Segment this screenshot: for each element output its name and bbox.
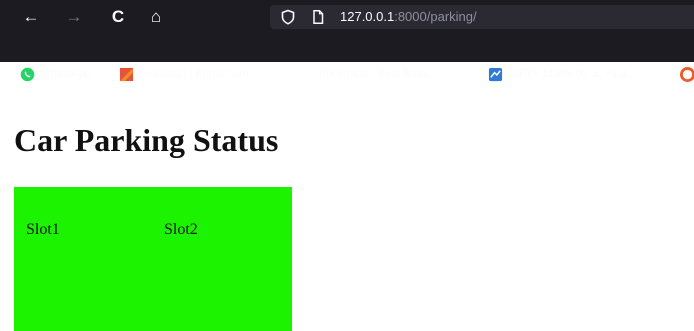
bookmark-nifty[interactable]: NIFTY 11395.00 ▲ +1.3... bbox=[488, 60, 636, 88]
nav-row: ← → C ⌂ 127.0.0.1:8000/parking/ bbox=[0, 0, 694, 30]
bookmark-label: WhatsApp bbox=[40, 68, 91, 80]
page-title: Car Parking Status bbox=[14, 122, 279, 158]
back-arrow-icon[interactable]: ← bbox=[20, 5, 42, 27]
bookmark-prograd[interactable]: ProGrad | | Prime num... bbox=[119, 60, 258, 88]
reload-icon[interactable]: C bbox=[107, 5, 129, 27]
whatsapp-icon bbox=[20, 67, 35, 81]
bookmark-label: NIFTY 11395.00 ▲ +1.3... bbox=[508, 68, 636, 80]
url-path: :8000/parking/ bbox=[394, 9, 477, 24]
bookmark-overflow-icon bbox=[680, 66, 694, 82]
browser-toolbar: ← → C ⌂ 127.0.0.1:8000/parking/ bbox=[0, 0, 694, 62]
tracking-protection-shield-icon[interactable] bbox=[280, 9, 296, 25]
url-host: 127.0.0.1 bbox=[340, 9, 395, 24]
bookmark-whatsapp[interactable]: WhatsApp bbox=[20, 60, 91, 88]
slot-1-label: Slot1 bbox=[26, 221, 60, 238]
bookmark-label: Tickertape - Best finan... bbox=[317, 68, 436, 80]
bookmark-tickertape[interactable]: Tickertape - Best finan... bbox=[297, 60, 436, 88]
nifty-icon bbox=[488, 67, 503, 81]
address-bar[interactable]: 127.0.0.1:8000/parking/ bbox=[270, 5, 694, 29]
parking-lot: Slot1 Slot2 bbox=[14, 187, 292, 331]
forward-arrow-icon[interactable]: → bbox=[63, 5, 85, 27]
home-icon[interactable]: ⌂ bbox=[145, 5, 167, 27]
tickertape-icon bbox=[297, 71, 312, 77]
prograd-icon bbox=[119, 67, 134, 81]
url-text[interactable]: 127.0.0.1:8000/parking/ bbox=[340, 9, 477, 25]
bookmark-label: ProGrad | | Prime num... bbox=[139, 68, 258, 80]
bookmark-overflow-partial[interactable] bbox=[680, 60, 694, 88]
page-info-icon[interactable] bbox=[310, 9, 326, 25]
slot-2-label: Slot2 bbox=[164, 221, 198, 238]
